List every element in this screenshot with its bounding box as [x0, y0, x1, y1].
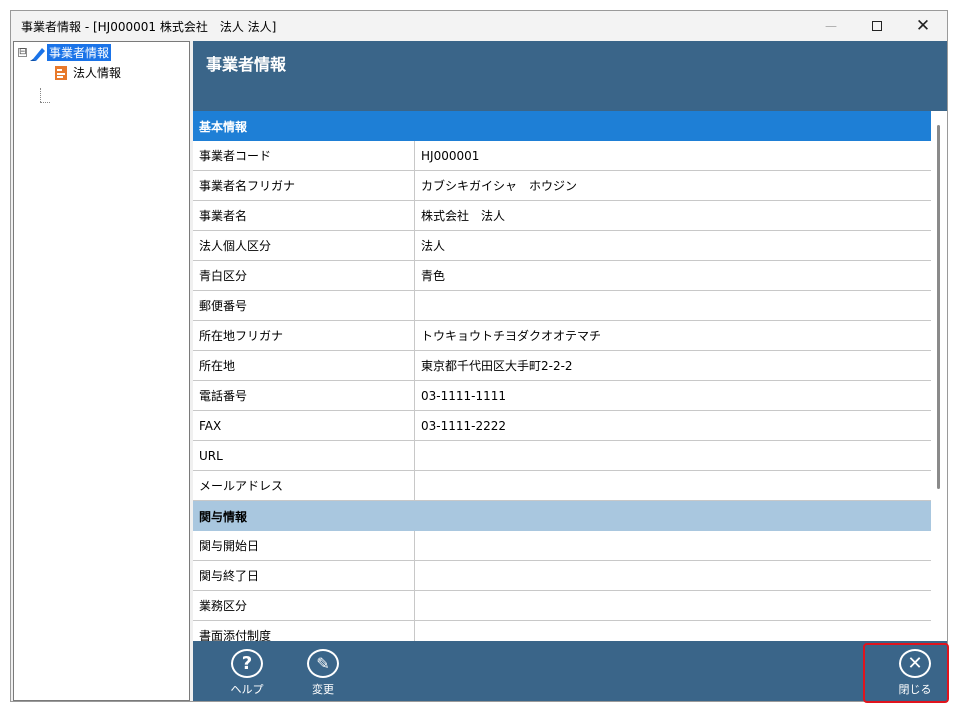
- minimize-icon: —: [825, 19, 837, 33]
- row-value[interactable]: トウキョウトチヨダクオオテマチ: [415, 321, 931, 350]
- table-row[interactable]: 事業者名 株式会社 法人: [193, 201, 931, 231]
- table-row[interactable]: 事業者名フリガナ カブシキガイシャ ホウジン: [193, 171, 931, 201]
- row-value[interactable]: [415, 591, 931, 620]
- table-row[interactable]: 所在地 東京都千代田区大手町2-2-2: [193, 351, 931, 381]
- table-row[interactable]: メールアドレス: [193, 471, 931, 501]
- row-label: 青白区分: [193, 261, 415, 290]
- row-label: 郵便番号: [193, 291, 415, 320]
- row-label: メールアドレス: [193, 471, 415, 500]
- info-grid[interactable]: 基本情報 事業者コード HJ000001 事業者名フリガナ カブシキガイシャ ホウジン…: [193, 111, 931, 641]
- table-row[interactable]: 青白区分 青色: [193, 261, 931, 291]
- table-row[interactable]: 関与開始日: [193, 531, 931, 561]
- panel-title: 事業者情報: [206, 55, 287, 74]
- help-icon: ?: [231, 649, 263, 678]
- collapse-toggle-icon[interactable]: ⊟: [18, 48, 27, 57]
- edit-button-label: 変更: [312, 683, 334, 696]
- row-value[interactable]: 03-1111-1111: [415, 381, 931, 410]
- row-value[interactable]: [415, 291, 931, 320]
- window-close-button[interactable]: ✕: [900, 11, 946, 41]
- window-title: 事業者情報 - [HJ000001 株式会社 法人 法人]: [21, 20, 277, 34]
- row-value[interactable]: 東京都千代田区大手町2-2-2: [415, 351, 931, 380]
- row-label: 事業者コード: [193, 141, 415, 170]
- navigation-tree[interactable]: ⊟ 事業者情報 法人情報: [13, 41, 190, 701]
- row-value[interactable]: [415, 561, 931, 590]
- table-row[interactable]: 関与終了日: [193, 561, 931, 591]
- row-label: 書面添付制度: [193, 621, 415, 641]
- section-header-basic: 基本情報: [193, 111, 931, 141]
- row-value[interactable]: [415, 531, 931, 560]
- tree-item-label: 事業者情報: [47, 44, 112, 61]
- table-row[interactable]: URL: [193, 441, 931, 471]
- tree-item-corporate-info[interactable]: 法人情報: [54, 64, 123, 81]
- row-label: FAX: [193, 411, 415, 440]
- table-row[interactable]: 業務区分: [193, 591, 931, 621]
- tree-item-business-info[interactable]: ⊟ 事業者情報: [18, 44, 112, 61]
- help-button[interactable]: ? ヘルプ: [217, 649, 277, 697]
- row-label: 事業者名フリガナ: [193, 171, 415, 200]
- dialog-window: 事業者情報 - [HJ000001 株式会社 法人 法人] — ✕ ⊟ 事業者情…: [10, 10, 948, 702]
- footer-toolbar: ? ヘルプ ✎ 変更 ✕ 閉じる: [193, 641, 947, 701]
- maximize-button[interactable]: [854, 11, 900, 41]
- tree-item-label: 法人情報: [73, 66, 122, 80]
- document-icon: [55, 65, 67, 80]
- row-label: 事業者名: [193, 201, 415, 230]
- row-value[interactable]: 法人: [415, 231, 931, 260]
- row-value[interactable]: 株式会社 法人: [415, 201, 931, 230]
- row-label: 法人個人区分: [193, 231, 415, 260]
- row-label: 業務区分: [193, 591, 415, 620]
- row-label: URL: [193, 441, 415, 470]
- row-label: 電話番号: [193, 381, 415, 410]
- tree-connector: [40, 88, 41, 102]
- pen-icon: [30, 47, 45, 61]
- row-value[interactable]: [415, 621, 931, 641]
- table-row[interactable]: FAX 03-1111-2222: [193, 411, 931, 441]
- table-row[interactable]: 所在地フリガナ トウキョウトチヨダクオオテマチ: [193, 321, 931, 351]
- row-label: 所在地フリガナ: [193, 321, 415, 350]
- title-bar[interactable]: 事業者情報 - [HJ000001 株式会社 法人 法人] — ✕: [11, 11, 947, 41]
- row-label: 関与開始日: [193, 531, 415, 560]
- table-row[interactable]: 郵便番号: [193, 291, 931, 321]
- close-icon: ✕: [915, 16, 931, 36]
- row-label: 関与終了日: [193, 561, 415, 590]
- detail-panel: 事業者情報 基本情報 事業者コード HJ000001 事業者名フリガナ カブシキガイシ…: [193, 41, 947, 701]
- row-value[interactable]: 03-1111-2222: [415, 411, 931, 440]
- panel-header: 事業者情報: [193, 41, 947, 111]
- close-button-highlight: [863, 643, 949, 703]
- tree-connector: [40, 102, 50, 103]
- maximize-icon: [872, 21, 882, 31]
- pencil-icon: ✎: [307, 649, 339, 678]
- edit-button[interactable]: ✎ 変更: [293, 649, 353, 697]
- minimize-button[interactable]: —: [808, 11, 854, 41]
- row-label: 所在地: [193, 351, 415, 380]
- vertical-scrollbar[interactable]: [931, 111, 947, 641]
- section-header-involvement: 関与情報: [193, 501, 931, 531]
- table-row[interactable]: 法人個人区分 法人: [193, 231, 931, 261]
- help-button-label: ヘルプ: [230, 683, 264, 696]
- row-value[interactable]: カブシキガイシャ ホウジン: [415, 171, 931, 200]
- row-value[interactable]: 青色: [415, 261, 931, 290]
- row-value[interactable]: [415, 471, 931, 500]
- row-value[interactable]: [415, 441, 931, 470]
- table-row[interactable]: 書面添付制度: [193, 621, 931, 641]
- table-row[interactable]: 事業者コード HJ000001: [193, 141, 931, 171]
- row-value[interactable]: HJ000001: [415, 141, 931, 170]
- scrollbar-thumb[interactable]: [937, 125, 940, 489]
- table-row[interactable]: 電話番号 03-1111-1111: [193, 381, 931, 411]
